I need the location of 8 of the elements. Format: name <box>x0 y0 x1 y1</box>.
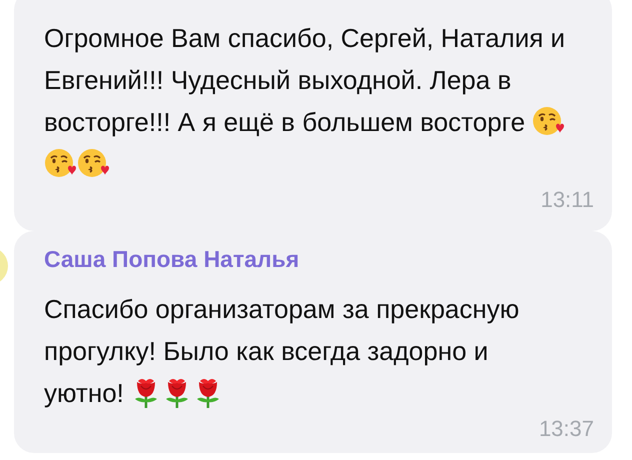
sender-name[interactable]: Саша Попова Наталья <box>44 245 300 273</box>
message-text: Спасибо организаторам за прекрасную прогулку! Было как всегда задорно и уютно! <box>44 293 520 410</box>
message-text: Огромное Вам спасибо, Сергей, Наталия и Евгений!!! Чудесный выходной. Лера в восторге!!! А я ещё в большем восторге <box>44 17 594 185</box>
message-time: 13:11 <box>540 187 594 213</box>
kiss-face-icon <box>532 105 564 137</box>
kiss-face-icon <box>44 147 76 179</box>
kiss-face-icon <box>77 147 109 179</box>
message-time: 13:37 <box>538 416 594 442</box>
